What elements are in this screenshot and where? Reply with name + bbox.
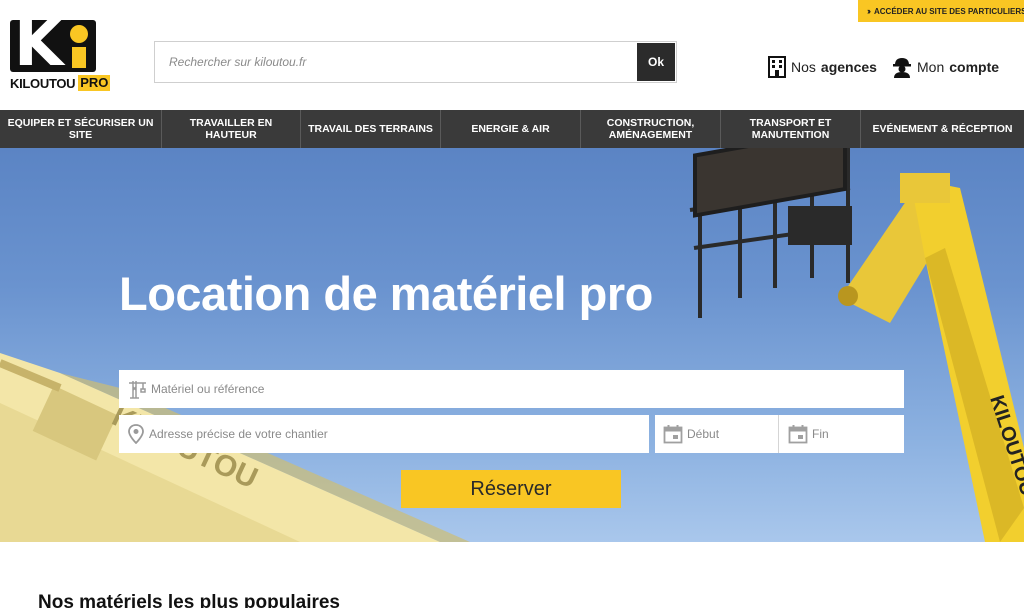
logo-wordmark: KILOUTOU PRO — [10, 75, 111, 91]
compte-label: compte — [949, 59, 1000, 75]
nav-item-energie[interactable]: ENERGIE & AIR — [441, 110, 581, 148]
popular-section-title: Nos matériels les plus populaires — [38, 592, 340, 608]
location-pin-icon — [128, 424, 144, 444]
nav-item-terrains[interactable]: TRAVAIL DES TERRAINS — [301, 110, 441, 148]
hero-banner: KILOUTOU KILOUTOU Location de matériel p… — [0, 148, 1024, 542]
agences-prefix: Nos — [791, 59, 816, 75]
nav-item-evenement[interactable]: EVÉNEMENT & RÉCEPTION — [861, 110, 1024, 148]
reserve-button[interactable]: Réserver — [401, 470, 621, 508]
nav-item-transport[interactable]: TRANSPORT ET MANUTENTION — [721, 110, 861, 148]
lift-basket — [689, 148, 852, 318]
site-header: K KILOUTOU PRO Ok Nos agences Mon com — [0, 0, 1024, 110]
date-range-field — [655, 415, 904, 453]
address-field — [119, 415, 649, 453]
hero-title: Location de matériel pro — [119, 267, 653, 320]
logo-mark: K — [10, 20, 96, 72]
search-ok-button[interactable]: Ok — [637, 43, 675, 81]
compte-prefix: Mon — [917, 59, 945, 75]
material-field — [119, 370, 904, 408]
compte-link[interactable]: Mon compte — [892, 54, 999, 80]
search-input[interactable] — [155, 42, 635, 82]
worker-helmet-icon — [893, 58, 911, 78]
material-input[interactable] — [151, 370, 904, 408]
calendar-icon — [788, 425, 808, 444]
nav-item-hauteur[interactable]: TRAVAILLER EN HAUTEUR — [162, 110, 301, 148]
kiloutou-pro-logo[interactable]: K KILOUTOU PRO — [10, 20, 134, 92]
nav-item-construction[interactable]: CONSTRUCTION, AMÉNAGEMENT — [581, 110, 721, 148]
logo-name: KILOUTOU — [10, 75, 76, 91]
right-boom: KILOUTOU — [838, 173, 1024, 542]
building-icon — [768, 56, 786, 78]
agences-label: agences — [820, 59, 877, 75]
logo-suffix: PRO — [78, 75, 111, 91]
address-input[interactable] — [149, 415, 649, 453]
calendar-icon — [663, 425, 683, 444]
agences-link[interactable]: Nos agences — [768, 54, 877, 80]
start-date-input[interactable] — [687, 415, 778, 453]
category-nav: EQUIPER ET SÉCURISER UN SITE TRAVAILLER … — [0, 110, 1024, 148]
site-search: Ok — [154, 41, 677, 83]
start-date-field[interactable] — [655, 415, 779, 453]
crane-icon — [129, 381, 146, 399]
end-date-field[interactable] — [780, 415, 904, 453]
end-date-input[interactable] — [812, 415, 904, 453]
nav-item-equiper[interactable]: EQUIPER ET SÉCURISER UN SITE — [0, 110, 162, 148]
